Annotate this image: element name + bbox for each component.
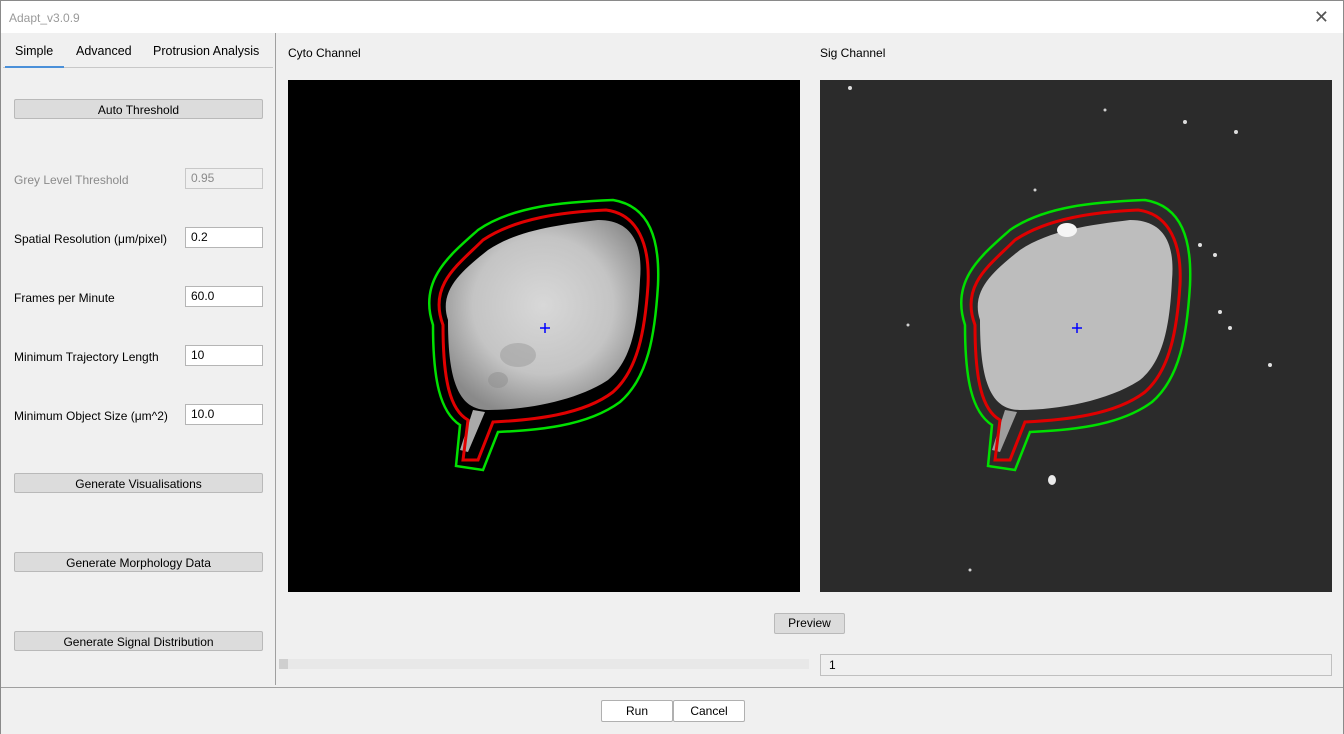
generate-morphology-data-button[interactable]: Generate Morphology Data — [14, 552, 263, 572]
cyto-channel-label: Cyto Channel — [288, 46, 361, 60]
min-object-size-field[interactable]: 10.0 — [185, 404, 263, 425]
generate-visualisations-button[interactable]: Generate Visualisations — [14, 473, 263, 493]
frames-per-minute-label: Frames per Minute — [14, 291, 115, 305]
frame-slider-thumb[interactable] — [279, 659, 288, 669]
tab-selected-indicator — [5, 66, 64, 68]
grey-level-threshold-label: Grey Level Threshold — [14, 173, 129, 187]
run-button[interactable]: Run — [601, 700, 673, 722]
app-window: Adapt_v3.0.9 ✕ Simple Advanced Protrusio… — [0, 0, 1344, 734]
min-trajectory-length-field[interactable]: 10 — [185, 345, 263, 366]
min-trajectory-length-label: Minimum Trajectory Length — [14, 350, 159, 364]
spatial-resolution-label: Spatial Resolution (μm/pixel) — [14, 232, 167, 246]
frame-number-field[interactable]: 1 — [820, 654, 1332, 676]
tab-bar: Simple Advanced Protrusion Analysis — [3, 35, 273, 68]
tab-advanced[interactable]: Advanced — [76, 44, 132, 58]
frame-slider[interactable] — [279, 659, 809, 669]
min-object-size-label: Minimum Object Size (μm^2) — [14, 409, 168, 423]
sig-channel-image — [820, 80, 1332, 592]
tab-protrusion-analysis[interactable]: Protrusion Analysis — [153, 44, 259, 58]
frames-per-minute-field[interactable]: 60.0 — [185, 286, 263, 307]
cyto-channel-image — [288, 80, 800, 592]
tab-simple[interactable]: Simple — [15, 44, 53, 58]
settings-panel: Simple Advanced Protrusion Analysis Auto… — [1, 33, 276, 685]
sig-channel-label: Sig Channel — [820, 46, 886, 60]
spatial-resolution-field[interactable]: 0.2 — [185, 227, 263, 248]
auto-threshold-button[interactable]: Auto Threshold — [14, 99, 263, 119]
close-icon[interactable]: ✕ — [1314, 8, 1329, 26]
grey-level-threshold-field: 0.95 — [185, 168, 263, 189]
preview-button[interactable]: Preview — [774, 613, 845, 634]
cancel-button[interactable]: Cancel — [673, 700, 745, 722]
window-title: Adapt_v3.0.9 — [9, 11, 80, 25]
title-bar: Adapt_v3.0.9 ✕ — [1, 1, 1343, 33]
generate-signal-distribution-button[interactable]: Generate Signal Distribution — [14, 631, 263, 651]
